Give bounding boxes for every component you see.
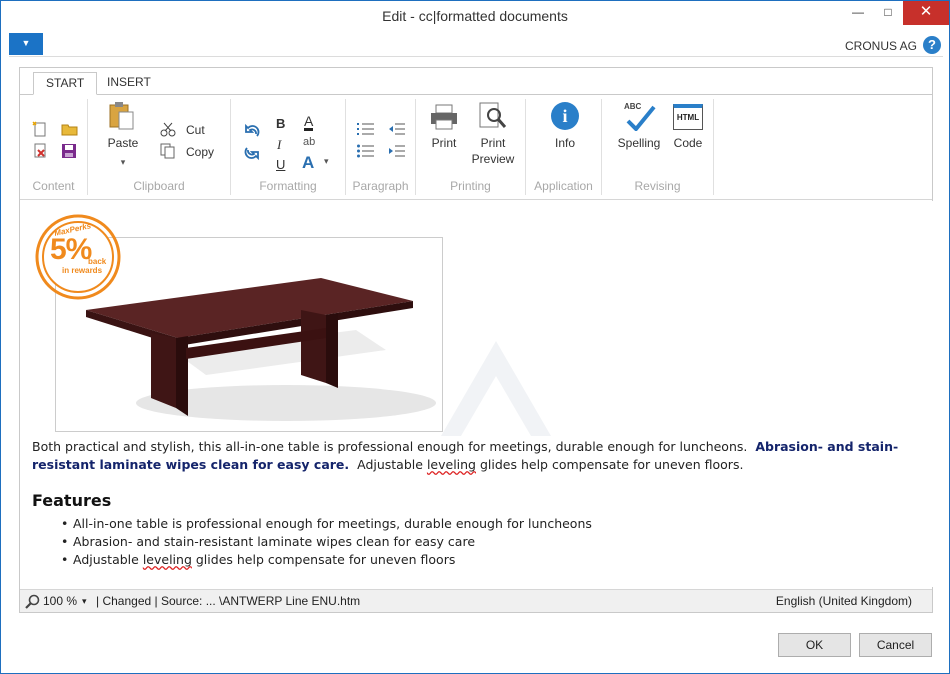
group-label-revising: Revising xyxy=(634,179,681,193)
copy-icon xyxy=(160,143,175,159)
underline-button[interactable]: U xyxy=(276,157,285,174)
numbered-list-icon[interactable] xyxy=(357,121,375,137)
list-item: All-in-one table is professional enough … xyxy=(61,515,592,533)
cancel-button[interactable]: Cancel xyxy=(859,633,932,657)
ribbon: Content Paste ▾ Cut Copy Clipboard B I U xyxy=(20,94,932,200)
help-icon[interactable]: ? xyxy=(923,36,941,54)
feature-text-3a: Adjustable xyxy=(73,552,139,567)
ok-button[interactable]: OK xyxy=(778,633,851,657)
document-area[interactable]: MaxPerks 5% back in rewards Both practic… xyxy=(21,201,933,587)
group-formatting: B I U A ab A ▾ Formatting xyxy=(231,99,346,195)
list-item: Adjustable leveling glides help compensa… xyxy=(61,551,592,569)
print-button[interactable]: Print xyxy=(429,136,459,152)
print-preview-button[interactable]: Print Preview xyxy=(471,136,515,167)
increase-indent-icon[interactable] xyxy=(388,143,406,159)
changed-status: | Changed | xyxy=(96,594,158,608)
printer-icon xyxy=(431,104,457,130)
close-button[interactable]: ✕ xyxy=(903,1,949,25)
zoom-icon[interactable] xyxy=(25,594,40,609)
save-icon[interactable] xyxy=(61,143,77,159)
features-list: All-in-one table is professional enough … xyxy=(61,515,592,569)
description-text-3a: Adjustable xyxy=(357,457,423,472)
print-preview-label-line1: Print xyxy=(480,136,506,150)
company-name: CRONUS AG xyxy=(844,39,917,53)
code-button[interactable]: Code xyxy=(672,136,704,152)
group-label-clipboard: Clipboard xyxy=(133,179,185,193)
info-icon: i xyxy=(551,102,579,130)
top-strip: ▼ CRONUS AG ? xyxy=(9,33,943,57)
zoom-dropdown-arrow[interactable]: ▾ xyxy=(82,590,87,612)
misspelled-word[interactable]: leveling xyxy=(427,457,476,472)
status-bar: 100 % ▾ | Changed | Source: ... \ANTWERP… xyxy=(20,589,932,612)
group-label-formatting: Formatting xyxy=(259,179,317,193)
font-size-dropdown-arrow[interactable]: ▾ xyxy=(324,156,329,168)
badge-line2: in rewards xyxy=(62,266,103,275)
group-printing: Print Print Preview Printing xyxy=(416,99,526,195)
group-application: i Info Application xyxy=(526,99,602,195)
features-heading: Features xyxy=(32,491,112,510)
redo-icon[interactable] xyxy=(243,145,261,161)
minimize-button[interactable]: — xyxy=(841,1,875,25)
paste-button[interactable]: Paste xyxy=(106,136,140,152)
badge-percent: 5% xyxy=(50,233,92,266)
paste-label: Paste xyxy=(107,136,139,150)
application-menu-button[interactable]: ▼ xyxy=(9,33,43,55)
misspelled-word[interactable]: leveling xyxy=(143,552,192,567)
decrease-indent-icon[interactable] xyxy=(388,121,406,137)
list-item: Abrasion- and stain-resistant laminate w… xyxy=(61,533,592,551)
tab-start[interactable]: START xyxy=(33,72,98,95)
feature-text-3c: glides help compensate for uneven floors xyxy=(195,552,456,567)
delete-document-icon[interactable] xyxy=(32,143,48,159)
font-size-button[interactable]: A xyxy=(302,152,314,174)
group-label-paragraph: Paragraph xyxy=(352,179,409,193)
window-title: Edit - cc|formatted documents xyxy=(382,8,568,24)
new-document-icon[interactable] xyxy=(32,121,48,137)
source-path: Source: ... \ANTWERP Line ENU.htm xyxy=(161,594,361,608)
maxperks-badge: MaxPerks 5% back in rewards xyxy=(32,211,124,303)
group-clipboard: Paste ▾ Cut Copy Clipboard xyxy=(88,99,231,195)
italic-button[interactable]: I xyxy=(277,137,281,154)
tab-insert[interactable]: INSERT xyxy=(95,72,163,95)
bullet-list-icon[interactable] xyxy=(357,143,375,159)
spelling-button[interactable]: Spelling xyxy=(614,136,664,152)
description-paragraph: Both practical and stylish, this all-in-… xyxy=(32,438,927,474)
group-paragraph: Paragraph xyxy=(346,99,416,195)
copy-button[interactable]: Copy xyxy=(186,145,214,161)
cut-button[interactable]: Cut xyxy=(186,123,205,139)
editor-pane: START INSERT Content Paste ▾ Cut Copy Cl… xyxy=(19,67,933,613)
zoom-level[interactable]: 100 % xyxy=(43,590,77,612)
highlight-button[interactable]: ab xyxy=(303,135,315,149)
open-folder-icon[interactable] xyxy=(61,121,79,137)
title-bar: Edit - cc|formatted documents — □ ✕ xyxy=(1,1,949,32)
paste-icon[interactable] xyxy=(108,101,136,131)
group-content: Content xyxy=(20,99,88,195)
group-label-content: Content xyxy=(32,179,75,193)
undo-icon[interactable] xyxy=(243,123,261,139)
paste-dropdown-arrow[interactable]: ▾ xyxy=(116,157,130,169)
print-preview-icon xyxy=(479,102,507,128)
description-text-3c: glides help compensate for uneven floors… xyxy=(479,457,744,472)
group-label-printing: Printing xyxy=(450,179,491,193)
watermark-logo xyxy=(441,341,551,436)
print-preview-label-line2: Preview xyxy=(471,151,515,166)
spelling-check-icon xyxy=(626,105,656,131)
info-button[interactable]: Info xyxy=(544,136,586,152)
language-status: English (United Kingdom) xyxy=(775,594,912,608)
maximize-button[interactable]: □ xyxy=(871,1,905,25)
font-color-button[interactable]: A xyxy=(304,114,314,131)
description-text: Both practical and stylish, this all-in-… xyxy=(32,439,748,454)
badge-line1: back xyxy=(88,257,107,266)
group-revising: ABC Spelling HTML Code Revising xyxy=(602,99,714,195)
cut-icon xyxy=(160,122,176,137)
group-label-application: Application xyxy=(534,179,593,193)
ribbon-tabs: START INSERT xyxy=(20,68,932,95)
bold-button[interactable]: B xyxy=(276,116,285,133)
html-code-icon: HTML xyxy=(673,104,703,130)
editor-window: Edit - cc|formatted documents — □ ✕ ▼ CR… xyxy=(0,0,950,674)
